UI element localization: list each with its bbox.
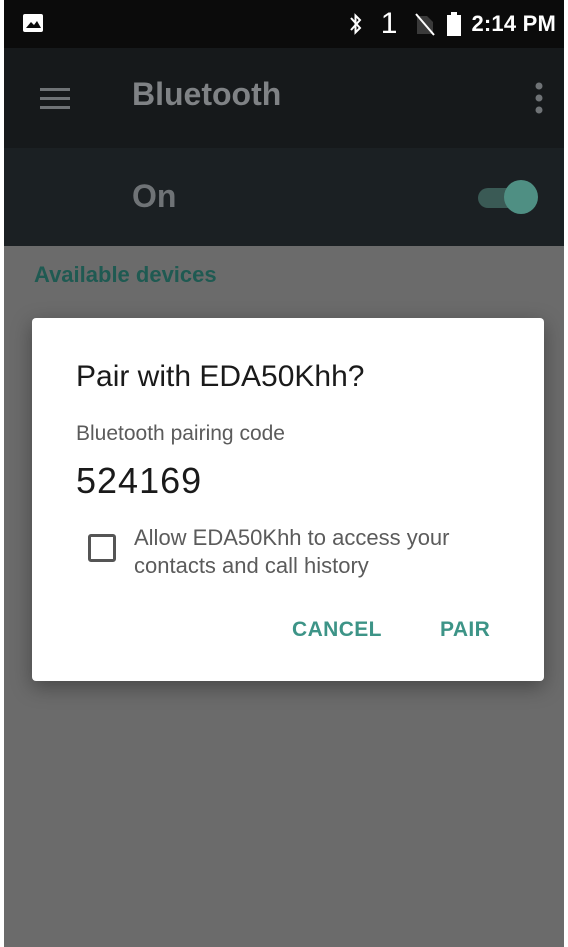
bluetooth-toggle[interactable] bbox=[478, 178, 538, 216]
pair-button[interactable]: PAIR bbox=[440, 618, 490, 642]
overflow-menu-icon[interactable] bbox=[534, 80, 544, 116]
pairing-dialog: Pair with EDA50Khh? Bluetooth pairing co… bbox=[32, 318, 544, 681]
notification-count: 1 bbox=[380, 7, 398, 40]
switch-label: On bbox=[132, 178, 177, 214]
app-toolbar: Bluetooth bbox=[4, 48, 564, 148]
status-icons: 1 2:14 PM bbox=[347, 0, 556, 48]
contacts-access-checkbox[interactable] bbox=[88, 534, 116, 562]
image-icon bbox=[23, 14, 43, 32]
bluetooth-icon bbox=[350, 13, 362, 35]
no-sim-icon bbox=[415, 13, 436, 36]
dialog-title: Pair with EDA50Khh? bbox=[76, 360, 365, 393]
cancel-button[interactable]: CANCEL bbox=[292, 618, 382, 642]
pairing-code: 524169 bbox=[76, 460, 203, 501]
available-devices-header: Available devices bbox=[34, 262, 217, 287]
battery-icon bbox=[447, 12, 462, 36]
contacts-access-label[interactable]: Allow EDA50Khh to access your contacts a… bbox=[134, 524, 514, 580]
menu-icon[interactable] bbox=[38, 86, 72, 110]
page-title: Bluetooth bbox=[132, 76, 282, 112]
pairing-code-label: Bluetooth pairing code bbox=[76, 422, 285, 445]
status-bar: 1 2:14 PM bbox=[4, 0, 564, 48]
status-time: 2:14 PM bbox=[471, 11, 556, 36]
toggle-thumb bbox=[504, 180, 538, 214]
bluetooth-switch-bar[interactable]: On bbox=[4, 148, 564, 246]
screen: 1 2:14 PM Bluetooth On Available devices… bbox=[4, 0, 564, 947]
